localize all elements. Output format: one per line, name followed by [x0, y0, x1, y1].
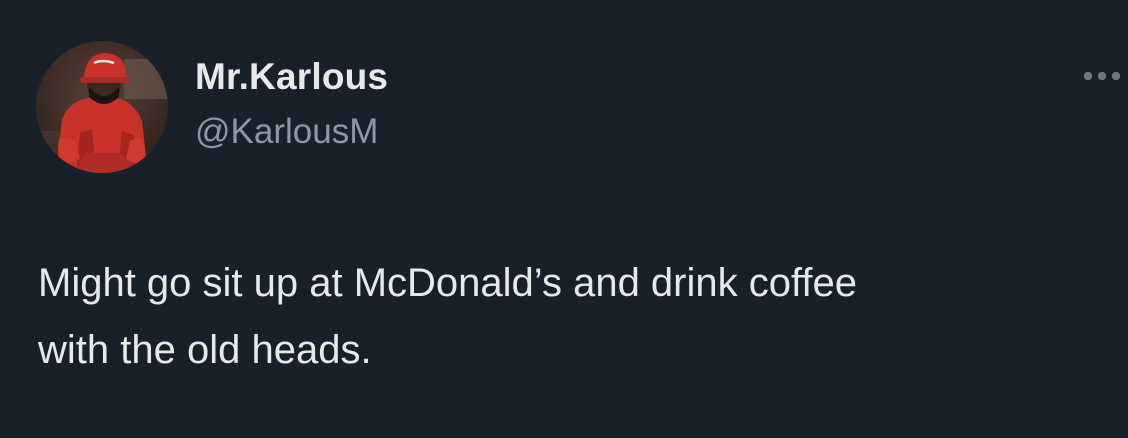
- avatar-image: [36, 41, 168, 173]
- user-handle[interactable]: @KarlousM: [195, 110, 388, 154]
- display-name[interactable]: Mr.Karlous: [195, 54, 388, 100]
- more-options-button[interactable]: [1080, 62, 1128, 90]
- tweet-card: Mr.Karlous @KarlousM Might go sit up at …: [0, 0, 1128, 438]
- user-info: Mr.Karlous @KarlousM: [195, 54, 388, 154]
- tweet-text: Might go sit up at McDonald’s and drink …: [38, 250, 1118, 384]
- more-options-icon: [1083, 71, 1121, 81]
- tweet-text-line-1: Might go sit up at McDonald’s and drink …: [38, 261, 857, 305]
- avatar[interactable]: [36, 41, 168, 173]
- tweet-text-line-2: with the old heads.: [38, 328, 372, 372]
